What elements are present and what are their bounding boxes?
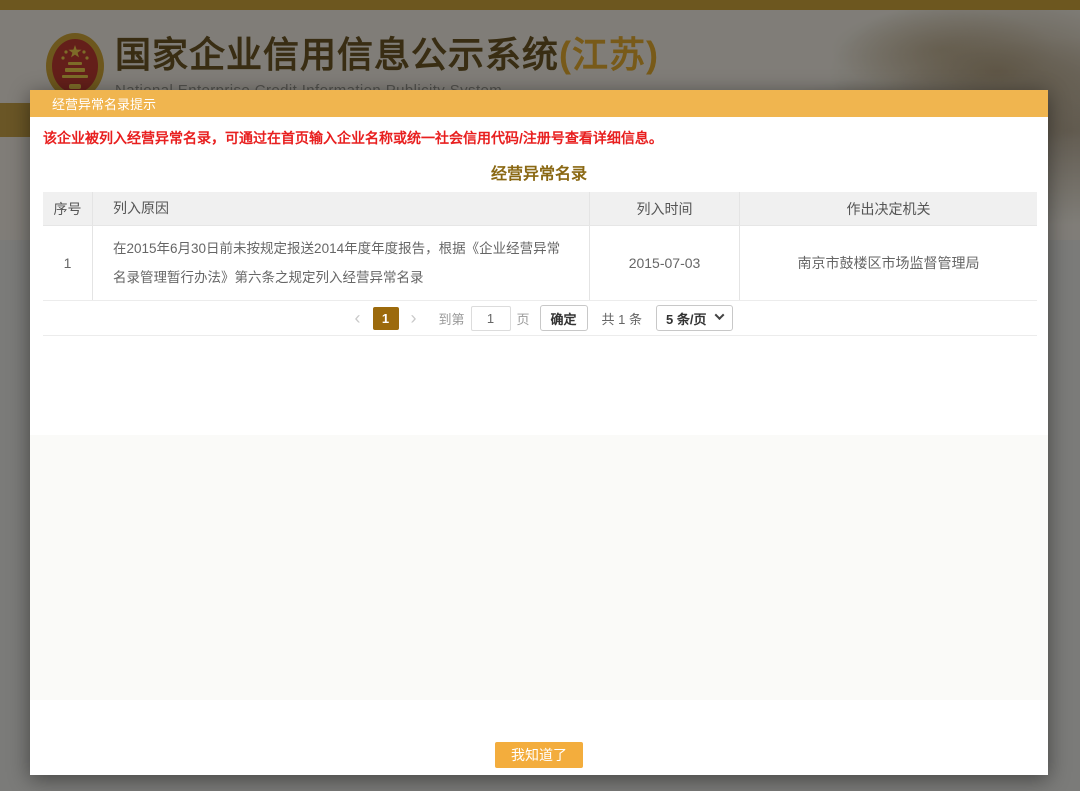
cell-date: 2015-07-03 [590,226,740,300]
modal-title: 经营异常名录提示 [52,94,156,113]
goto-page-label: 到第 [439,309,465,328]
page-size-value: 5 条/页 [666,309,706,328]
abnormal-list-table: 序号 列入原因 列入时间 作出决定机关 1 在2015年6月30日前未按规定报送… [43,192,1037,336]
chevron-down-icon [715,310,725,320]
column-header-date: 列入时间 [590,192,740,225]
pagination: ‹ 1 › 到第 页 确定 共 1 条 5 条/页 [43,301,1037,336]
page-unit-label: 页 [517,309,530,328]
page-size-select[interactable]: 5 条/页 [656,305,733,331]
page-number-input[interactable] [471,306,511,331]
column-header-authority: 作出决定机关 [740,192,1037,225]
abnormal-operations-modal: 经营异常名录提示 该企业被列入经营异常名录，可通过在首页输入企业名称或统一社会信… [30,90,1048,775]
modal-header: 经营异常名录提示 [30,90,1048,117]
confirm-page-button[interactable]: 确定 [540,305,588,331]
prev-page-icon[interactable]: ‹ [347,307,369,329]
acknowledge-button[interactable]: 我知道了 [495,742,583,768]
page-1-button[interactable]: 1 [373,307,399,330]
table-header-row: 序号 列入原因 列入时间 作出决定机关 [43,192,1037,226]
faint-underlying-content [30,435,1048,700]
table-title: 经营异常名录 [30,160,1048,184]
next-page-icon[interactable]: › [403,307,425,329]
column-header-index: 序号 [43,192,93,225]
total-count-label: 共 1 条 [602,309,642,328]
warning-text: 该企业被列入经营异常名录，可通过在首页输入企业名称或统一社会信用代码/注册号查看… [43,128,1033,148]
cell-authority: 南京市鼓楼区市场监督管理局 [740,226,1037,300]
table-row: 1 在2015年6月30日前未按规定报送2014年度年度报告，根据《企业经营异常… [43,226,1037,301]
cell-reason: 在2015年6月30日前未按规定报送2014年度年度报告，根据《企业经营异常名录… [93,226,590,300]
column-header-reason: 列入原因 [93,192,590,225]
page-root: 国家企业信用信息公示系统(江苏) National Enterprise Cre… [0,0,1080,791]
cell-index: 1 [43,226,93,300]
